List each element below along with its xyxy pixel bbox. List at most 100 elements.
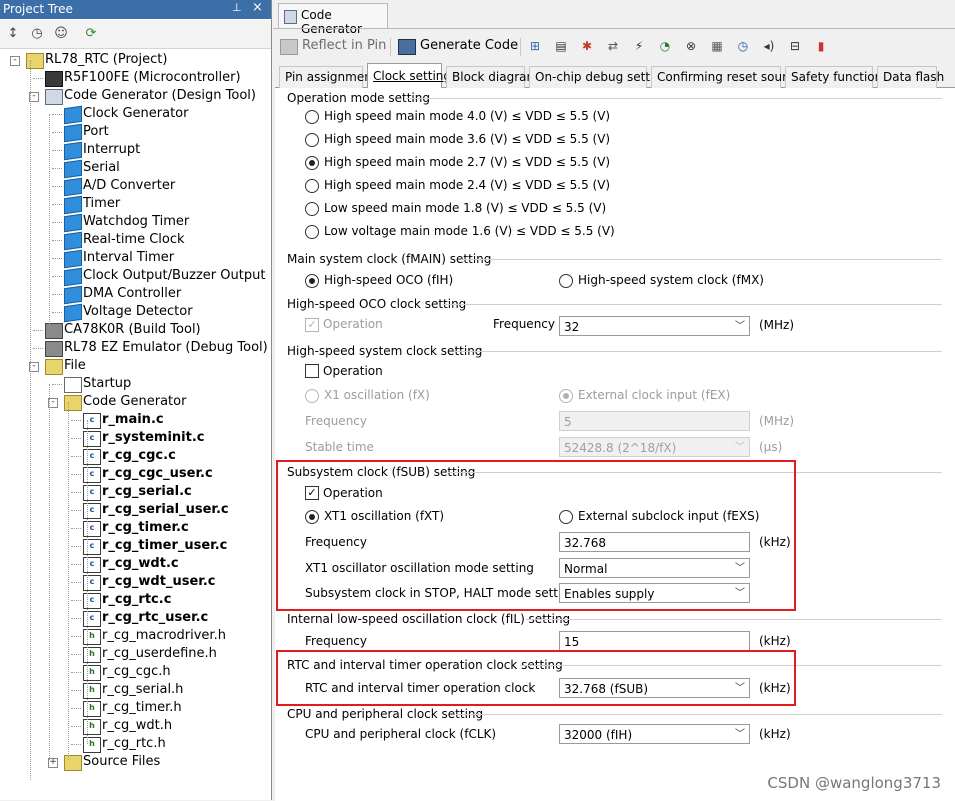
reflect-in-pin-button[interactable]: Reflect in Pin [276,34,386,58]
operation-mode-radio[interactable] [305,133,319,147]
voltage-detector-icon[interactable]: ▮ [813,38,829,54]
refresh-icon[interactable]: ⟳ [82,25,100,43]
tree-connector [33,330,43,331]
operation-mode-option-label: High speed main mode 4.0 (V) ≤ VDD ≤ 5.5… [324,109,611,123]
tree-connector [71,708,81,709]
c-file-icon: c [83,611,101,627]
rtc-icon[interactable]: ▦ [709,38,725,54]
cube-icon [64,159,82,179]
buzzer-icon[interactable]: ◂) [761,38,777,54]
cpu-clock-select[interactable]: 32000 (fIH) ﹀ [559,724,750,744]
low-speed-frequency-field[interactable]: 15 [559,631,750,651]
tree-item-label: RL78 EZ Emulator (Debug Tool) [64,340,268,355]
c-file-icon: c [83,431,101,447]
chip-icon [45,71,63,87]
tab-label: On-chip debug setting [535,70,669,84]
tree-guide [49,384,50,760]
tab-on-chip-debug-setting[interactable]: On-chip debug setting [529,66,669,88]
folder-icon [64,755,82,771]
external-clock-label: External clock input (fEX) [578,388,731,402]
port-icon[interactable]: ▤ [553,38,569,54]
tree-connector [71,492,81,493]
cube-icon [64,177,82,197]
operation-mode-radio[interactable] [305,179,319,193]
project-icon [26,53,44,69]
tree-item-label: Watchdog Timer [83,214,190,229]
timer-icon[interactable]: ◔ [657,38,673,54]
collapse-icon[interactable]: - [10,56,20,66]
sort-icon[interactable]: ↕ [4,25,22,43]
tree-item-label: Code Generator [83,394,187,409]
pin-icon[interactable]: ⊥ [232,1,244,16]
tab-pin-assignment[interactable]: Pin assignment [279,66,377,88]
tree-item-label: r_cg_cgc_user.c [102,466,213,481]
operation-mode-radio[interactable] [305,202,319,216]
user-icon[interactable]: ☺ [52,25,70,43]
watchdog-icon[interactable]: ⊗ [683,38,699,54]
close-icon[interactable]: × [252,0,266,17]
high-speed-oco-radio[interactable] [305,274,319,288]
operation-mode-radio[interactable] [305,110,319,124]
tree-connector [33,78,43,79]
tree-item-label: r_cg_macrodriver.h [102,628,226,643]
hs-operation-checkbox[interactable] [305,364,319,378]
tree-item-label: CA78K0R (Build Tool) [64,322,201,337]
tree-connector [71,546,81,547]
tree-connector [71,456,81,457]
tree-item-label: r_cg_timer_user.c [102,538,228,553]
history-icon[interactable]: ◷ [28,25,46,43]
tree-connector [71,474,81,475]
cube-icon [64,285,82,305]
tree-item-label: Source Files [83,754,161,769]
cube-icon [64,141,82,161]
tree-item-label: Interval Timer [83,250,175,265]
tree-item-label: Serial [83,160,120,175]
tree-connector [71,438,81,439]
tree-item-label: r_cg_cgc.c [102,448,176,463]
tree-item-label: r_cg_serial.c [102,484,192,499]
low-speed-frequency-unit: (kHz) [759,634,791,648]
folder-icon [64,395,82,411]
low-speed-frequency-field-value: 15 [564,635,580,649]
folder-icon [45,359,63,375]
tab-clock-setting[interactable]: Clock setting [367,63,451,88]
stable-time-select-value: 52428.8 (2^18/fX) [564,441,677,455]
x1-oscillation-label: X1 oscillation (fX) [324,388,430,402]
hs-frequency-field: 5 [559,411,750,431]
debugger-icon [45,341,63,357]
tree-connector [52,258,62,259]
generate-code-button[interactable]: Generate Code [394,34,518,58]
interrupt-icon[interactable]: ✱ [579,38,595,54]
tree-item-label: r_main.c [102,412,164,427]
c-file-icon: c [83,485,101,501]
tree-connector [71,528,81,529]
hs-operation-label: Operation [323,364,383,378]
divider [456,714,942,715]
high-speed-system-clock-radio[interactable] [559,274,573,288]
tree-item-label: Startup [83,376,132,391]
serial-icon[interactable]: ⇄ [605,38,621,54]
cpu-clock-unit: (kHz) [759,727,791,741]
tree-item-label: Timer [83,196,121,211]
tab-safety-functions[interactable]: Safety functions [785,66,888,88]
operation-mode-radio[interactable] [305,225,319,239]
document-tab-code-generator[interactable]: Code Generator [278,3,388,36]
tab-data-flash[interactable]: Data flash [877,66,944,88]
tree-connector [71,690,81,691]
tab-block-diagram[interactable]: Block diagram [446,66,538,88]
interval-timer-icon[interactable]: ◷ [735,38,751,54]
chevron-down-icon: ﹀ [735,729,745,740]
tree-item-label: Clock Output/Buzzer Output [83,268,266,283]
reflect-in-pin-label: Reflect in Pin [302,38,387,53]
tab-confirming-reset-source[interactable]: Confirming reset source [651,66,801,88]
code-generator-icon [284,10,297,24]
tree-item-label: Port [83,124,109,139]
oco-frequency-select[interactable]: 32 ﹀ [559,316,750,336]
dma-icon[interactable]: ⊟ [787,38,803,54]
pin-view-icon[interactable]: ⊞ [527,38,543,54]
oco-frequency-label: Frequency [493,317,555,331]
adc-icon[interactable]: ⚡ [631,38,647,54]
operation-mode-radio[interactable] [305,156,319,170]
cube-icon [64,267,82,287]
tree-guide [30,60,31,780]
